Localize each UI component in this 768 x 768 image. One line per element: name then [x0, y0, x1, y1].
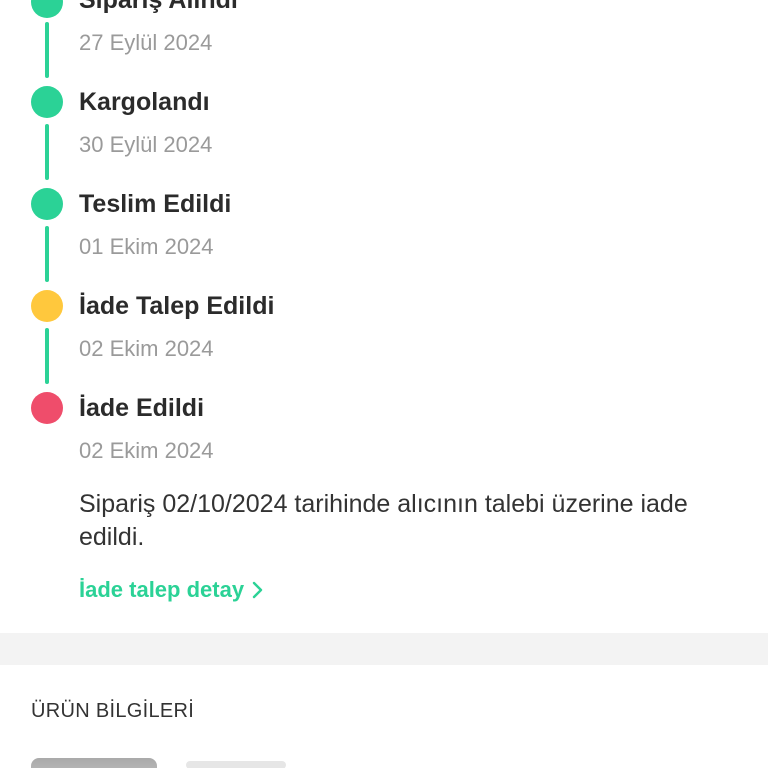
return-request-detail-label: İade talep detay: [79, 577, 245, 602]
timeline-step-return-requested: İade Talep Edildi 02 Ekim 2024: [0, 290, 768, 390]
step-title: İade Edildi: [79, 394, 205, 422]
step-title: İade Talep Edildi: [79, 292, 275, 320]
timeline-step-shipped: Kargolandı 30 Eylül 2024: [0, 86, 768, 186]
step-date: 02 Ekim 2024: [79, 438, 214, 463]
step-date: 27 Eylül 2024: [79, 30, 213, 55]
timeline-step-delivered: Teslim Edildi 01 Ekim 2024: [0, 188, 768, 288]
order-status-timeline: Sipariş Alındı 27 Eylül 2024 Kargolandı …: [0, 0, 768, 470]
product-name-placeholder: [186, 761, 286, 768]
status-dot: [31, 290, 63, 322]
step-title: Kargolandı: [79, 88, 210, 116]
section-divider: [0, 633, 768, 665]
step-date: 02 Ekim 2024: [79, 336, 214, 361]
status-dot: [31, 86, 63, 118]
status-dot: [31, 188, 63, 220]
return-request-detail-link[interactable]: İade talep detay: [79, 577, 264, 603]
step-title: Teslim Edildi: [79, 190, 232, 218]
status-dot: [31, 0, 63, 18]
order-tracking-page: Sipariş Alındı 27 Eylül 2024 Kargolandı …: [0, 0, 768, 768]
step-title: Sipariş Alındı: [79, 0, 238, 14]
product-image[interactable]: [31, 758, 157, 768]
chevron-right-icon: [252, 581, 264, 599]
step-date: 30 Eylül 2024: [79, 132, 213, 157]
product-info-heading: ÜRÜN BİLGİLERİ: [31, 700, 195, 722]
status-dot: [31, 392, 63, 424]
timeline-step-returned: İade Edildi 02 Ekim 2024: [0, 392, 768, 492]
timeline-step-order-received: Sipariş Alındı 27 Eylül 2024: [0, 0, 768, 86]
return-description: Sipariş 02/10/2024 tarihinde alıcının ta…: [79, 490, 688, 551]
step-date: 01 Ekim 2024: [79, 234, 214, 259]
